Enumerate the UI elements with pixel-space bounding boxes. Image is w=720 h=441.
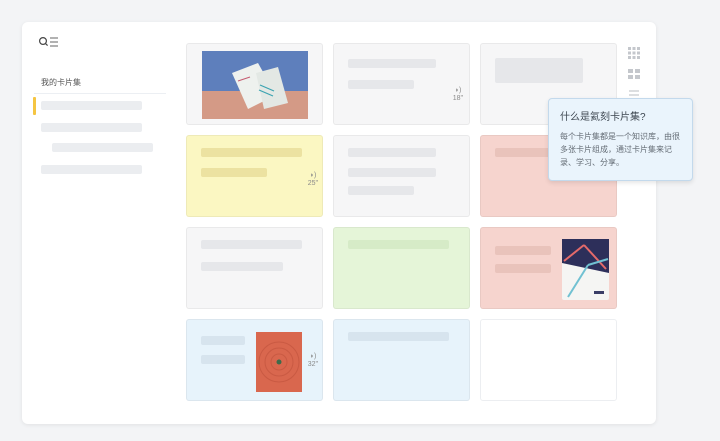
audio-duration: 25'' (307, 180, 319, 187)
app-window: 我的卡片集 ◗) 18'' ◗) 25'' ◗) 32'' (22, 22, 656, 424)
card-tile-audio[interactable]: ◗) 18'' (333, 43, 470, 125)
card-cover-image (202, 51, 308, 119)
audio-icon: ◗) (309, 353, 317, 360)
audio-duration: 18'' (452, 95, 464, 102)
sidebar-item[interactable] (41, 101, 142, 110)
tooltip-body: 每个卡片集都是一个知识库，由很多张卡片组成，通过卡片集来记录、学习、分享。 (560, 132, 680, 167)
card-tile[interactable] (333, 319, 470, 401)
card-tile-empty[interactable] (480, 319, 617, 401)
grid-view-icon[interactable] (628, 46, 640, 59)
card-tile-image[interactable] (186, 43, 323, 125)
sidebar: 我的卡片集 (22, 22, 182, 424)
search-list-icon[interactable] (38, 36, 62, 50)
sidebar-item[interactable] (41, 123, 142, 132)
card-cover-image (562, 239, 609, 300)
card-tile-audio[interactable]: ◗) 32'' (186, 319, 323, 401)
card-tile[interactable] (333, 135, 470, 217)
audio-indicator: ◗) 32'' (304, 353, 322, 369)
card-cover-image (256, 332, 302, 392)
audio-indicator: ◗) 25'' (304, 172, 322, 188)
sidebar-title: 我的卡片集 (41, 78, 81, 87)
audio-duration: 32'' (307, 361, 319, 368)
card-view-icon[interactable] (628, 67, 640, 79)
sidebar-item[interactable] (41, 165, 142, 174)
tooltip-title: 什么是氦刻卡片集? (560, 112, 646, 123)
audio-indicator: ◗) 18'' (449, 87, 467, 103)
card-tile-audio[interactable]: ◗) 25'' (186, 135, 323, 217)
card-tile-image[interactable] (480, 227, 617, 309)
card-tile[interactable] (186, 227, 323, 309)
card-tile[interactable] (333, 227, 470, 309)
sidebar-divider (34, 93, 166, 94)
audio-icon: ◗) (309, 172, 317, 179)
sidebar-active-indicator (33, 97, 36, 115)
audio-icon: ◗) (454, 87, 462, 94)
help-tooltip: 什么是氦刻卡片集? 每个卡片集都是一个知识库，由很多张卡片组成，通过卡片集来记录… (548, 98, 693, 181)
sidebar-subitem[interactable] (52, 143, 153, 152)
